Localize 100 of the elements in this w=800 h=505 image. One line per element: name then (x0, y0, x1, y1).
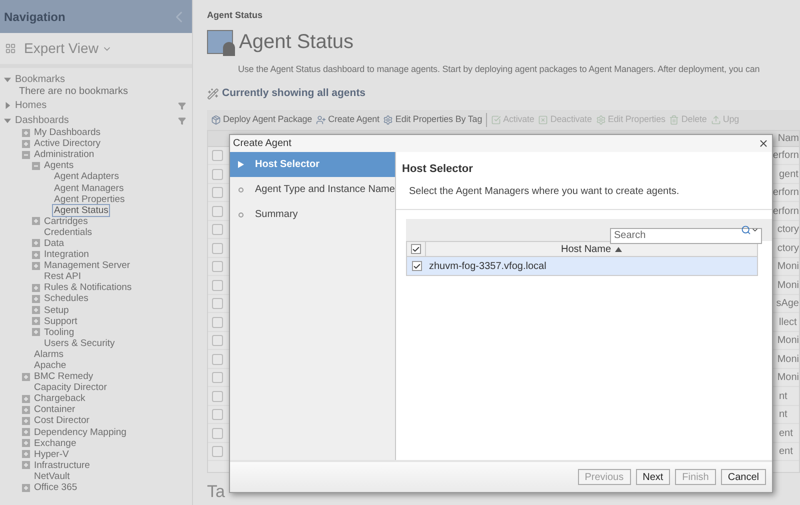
expand-icon[interactable] (32, 250, 40, 259)
search-field[interactable]: Search (610, 228, 762, 244)
tree-item[interactable]: Apache (32, 359, 68, 372)
tree-item[interactable]: Integration (42, 248, 91, 262)
tree-item[interactable]: Tooling (42, 326, 76, 339)
tree-item[interactable]: Cartridges (42, 214, 90, 228)
dialog-button[interactable]: Next (636, 469, 670, 485)
expand-icon[interactable] (22, 372, 30, 381)
tree-item[interactable]: Agent Adapters (52, 170, 121, 184)
collapse-icon[interactable] (22, 150, 30, 159)
collapsed-triangle-icon[interactable] (4, 102, 11, 109)
expand-icon[interactable] (22, 450, 30, 458)
row-checkbox[interactable] (412, 261, 422, 271)
row-checkbox[interactable] (212, 372, 223, 383)
expand-icon[interactable] (22, 439, 30, 448)
row-checkbox[interactable] (212, 446, 223, 457)
tree-item[interactable]: Management Server (42, 259, 132, 272)
tree-item[interactable]: Agent Managers (52, 182, 126, 195)
expand-icon[interactable] (22, 128, 30, 137)
view-selector[interactable]: Expert View (24, 38, 112, 59)
expanded-triangle-icon[interactable] (4, 76, 11, 83)
row-checkbox[interactable] (212, 409, 223, 420)
wizard-step[interactable]: Agent Type and Instance Name (230, 177, 395, 202)
expand-icon[interactable] (32, 306, 40, 314)
expand-icon[interactable] (22, 416, 30, 425)
tree-item[interactable]: Agent Status (52, 204, 110, 217)
tree-item[interactable]: Credentials (42, 226, 94, 239)
tree-item[interactable]: Support (42, 314, 80, 328)
row-checkbox[interactable] (212, 316, 223, 328)
row-checkbox[interactable] (212, 354, 223, 364)
expand-icon[interactable] (22, 484, 30, 492)
wizard-step[interactable]: Host Selector (230, 152, 395, 177)
row-checkbox[interactable] (212, 335, 223, 346)
row-checkbox[interactable] (212, 187, 223, 198)
collapse-icon[interactable] (32, 162, 40, 170)
tree-item[interactable]: Agents (42, 159, 76, 172)
expand-icon[interactable] (32, 317, 40, 326)
filter-icon[interactable] (178, 116, 186, 124)
dialog-button[interactable]: Cancel (720, 469, 766, 485)
expand-icon[interactable] (32, 262, 40, 270)
tree-item[interactable]: Dependency Mapping (32, 426, 128, 439)
row-checkbox[interactable] (212, 150, 223, 161)
tree-item[interactable]: Chargeback (32, 392, 88, 406)
tree-item[interactable]: Active Directory (32, 137, 103, 150)
close-icon[interactable] (758, 138, 769, 149)
row-checkbox[interactable] (212, 261, 223, 272)
tree-item[interactable]: Rest API (42, 270, 83, 284)
row-checkbox[interactable] (212, 428, 223, 438)
tree-item[interactable]: BMC Remedy (32, 370, 96, 384)
toolbar-icon (491, 114, 502, 125)
expand-icon[interactable] (22, 428, 30, 436)
tree-item[interactable]: Rules & Notifications (42, 281, 134, 294)
tree-item[interactable]: Hyper-V (32, 448, 71, 461)
row-checkbox[interactable] (212, 280, 223, 290)
column-header[interactable]: Nam (778, 130, 799, 146)
expand-icon[interactable] (32, 294, 40, 303)
expand-icon[interactable] (32, 328, 40, 336)
row-checkbox[interactable] (212, 206, 223, 216)
toolbar-button[interactable]: Create Agent (316, 113, 380, 126)
toolbar-button[interactable]: Edit Properties By Tag (383, 113, 482, 126)
tree-item[interactable]: Agent Properties (52, 192, 127, 206)
tree-item[interactable]: Users & Security (42, 336, 117, 350)
tree-item[interactable]: Exchange (32, 436, 78, 450)
tree-item[interactable]: Administration (32, 148, 96, 162)
row-checkbox[interactable] (212, 298, 223, 309)
tree-item[interactable]: Infrastructure (32, 458, 92, 472)
tree-item[interactable]: Data (42, 236, 66, 250)
tree-item[interactable]: Cost Director (32, 414, 92, 428)
section-header[interactable]: Homes (15, 98, 174, 113)
section-header[interactable]: Bookmarks (15, 72, 186, 87)
filter-icon[interactable] (178, 102, 186, 110)
table-cell-text: gent (779, 168, 798, 182)
tree-item[interactable]: Office 365 (32, 481, 80, 494)
section-header[interactable]: Dashboards (15, 113, 174, 128)
select-all-checkbox[interactable] (411, 244, 421, 254)
search-icon[interactable] (741, 225, 751, 235)
tree-item[interactable]: Schedules (42, 292, 90, 306)
wizard-step[interactable]: Summary (230, 202, 395, 227)
expand-icon[interactable] (32, 217, 40, 226)
row-checkbox[interactable] (212, 224, 223, 235)
expand-icon[interactable] (22, 140, 30, 148)
expand-icon[interactable] (32, 239, 40, 248)
expand-icon[interactable] (22, 461, 30, 470)
tree-item[interactable]: Capacity Director (32, 381, 109, 394)
tree-item[interactable]: Alarms (32, 348, 66, 361)
expanded-triangle-icon[interactable] (4, 117, 11, 124)
expand-icon[interactable] (22, 394, 30, 403)
row-checkbox[interactable] (212, 242, 223, 254)
row-checkbox[interactable] (212, 390, 223, 402)
row-checkbox[interactable] (212, 168, 223, 180)
expand-icon[interactable] (22, 406, 30, 414)
host-row[interactable]: zhuvm-fog-3357.vfog.local (407, 257, 757, 275)
tree-item[interactable]: Setup (42, 304, 71, 317)
dropdown-caret-icon[interactable] (751, 226, 759, 234)
expand-icon[interactable] (32, 284, 40, 292)
table-cell-text: Moni (777, 334, 799, 348)
tree-item[interactable]: NetVault (32, 470, 72, 483)
tree-item[interactable]: Container (32, 403, 78, 416)
tree-item[interactable]: My Dashboards (32, 126, 103, 140)
toolbar-button[interactable]: Deploy Agent Package (211, 113, 312, 126)
